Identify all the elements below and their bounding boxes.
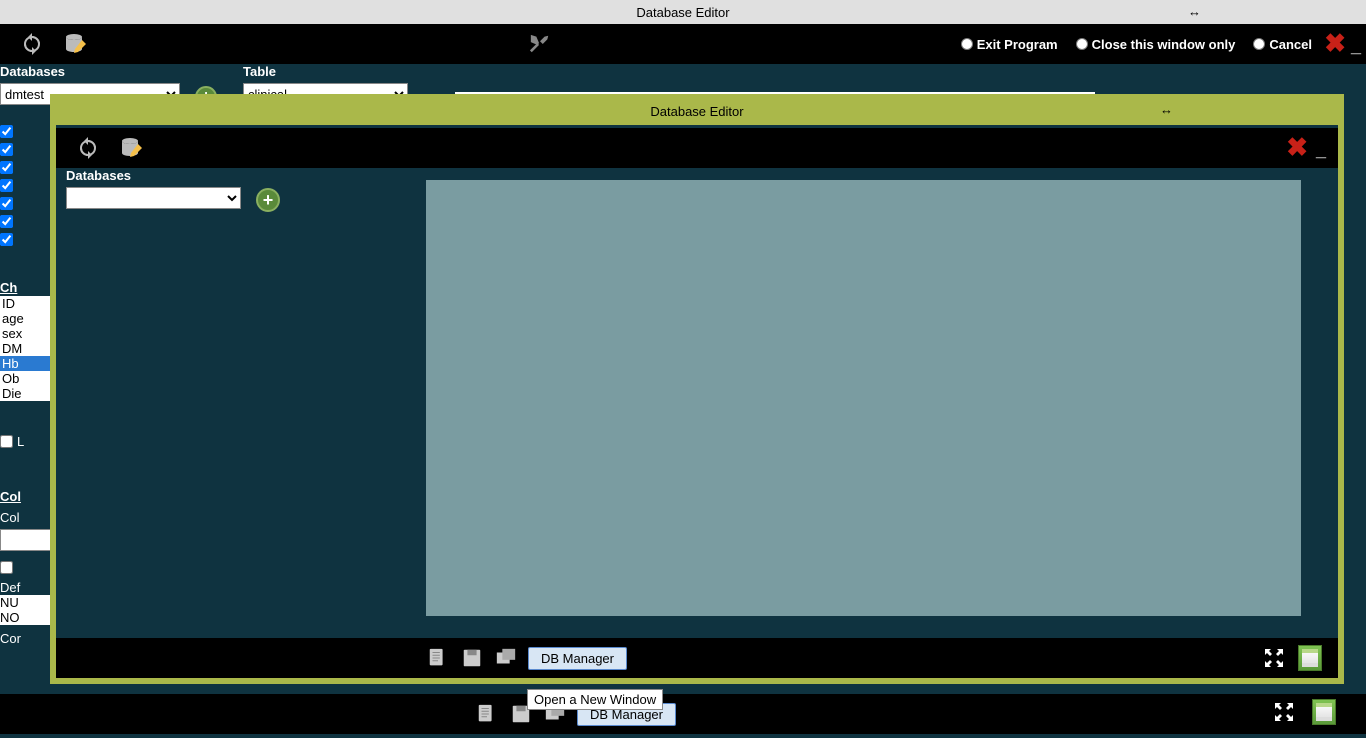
fg-title-text: Database Editor — [650, 104, 743, 119]
tools-icon[interactable] — [528, 32, 552, 56]
section-sub: Col — [0, 510, 20, 525]
cancel-radio[interactable]: Cancel — [1253, 37, 1312, 52]
doc-icon[interactable] — [426, 646, 450, 670]
db-manager-button[interactable]: DB Manager — [528, 647, 627, 670]
close-radio-group: Exit Program Close this window only Canc… — [961, 24, 1312, 64]
check-item[interactable] — [0, 158, 13, 176]
check-item[interactable] — [0, 194, 13, 212]
close-window-radio[interactable]: Close this window only — [1076, 37, 1236, 52]
fg-databases-select[interactable] — [66, 187, 241, 209]
fullscreen-icon[interactable] — [1262, 646, 1286, 670]
database-edit-icon[interactable] — [64, 32, 88, 56]
close-icon[interactable]: ✖ — [1324, 28, 1346, 59]
resize-icon[interactable]: ↔ — [1160, 102, 1173, 117]
title-text: Database Editor — [636, 5, 729, 20]
option-l-checkbox[interactable]: L — [0, 434, 24, 449]
doc-icon[interactable] — [475, 702, 499, 726]
minimize-icon[interactable]: _ — [1351, 36, 1361, 57]
window-title-bar[interactable]: Database Editor — [0, 0, 1366, 24]
checkbox-column — [0, 122, 13, 248]
windows-icon[interactable] — [494, 646, 518, 670]
fg-databases-field: Databases — [66, 168, 241, 209]
fg-toolbar: ✖ _ — [56, 128, 1338, 168]
fullscreen-icon[interactable] — [1272, 700, 1296, 724]
databases-label: Databases — [0, 64, 180, 79]
fg-title-bar[interactable]: Database Editor — [56, 97, 1338, 125]
fg-body: Databases + — [56, 168, 1338, 598]
check-item[interactable] — [0, 176, 13, 194]
foreground-window: Database Editor ↔ ✖ _ Databases + DB Man… — [50, 94, 1344, 684]
tooltip: Open a New Window — [527, 689, 663, 710]
save-icon[interactable] — [460, 646, 484, 670]
check-item[interactable] — [0, 140, 13, 158]
refresh-icon[interactable] — [76, 136, 100, 160]
close-icon[interactable]: ✖ — [1286, 132, 1308, 163]
data-canvas — [426, 180, 1301, 616]
table-label: Table — [243, 64, 408, 79]
fg-databases-label: Databases — [66, 168, 131, 183]
database-edit-icon[interactable] — [120, 136, 144, 160]
fg-footer: DB Manager — [56, 638, 1338, 678]
grid-icon[interactable] — [1312, 700, 1336, 724]
footer-bar: DB Manager — [0, 694, 1366, 734]
check-item[interactable] — [0, 230, 13, 248]
resize-icon[interactable]: ↔ — [1188, 4, 1201, 19]
exit-radio[interactable]: Exit Program — [961, 37, 1058, 52]
add-database-button[interactable]: + — [256, 188, 280, 212]
check-item[interactable] — [0, 212, 13, 230]
refresh-icon[interactable] — [20, 32, 44, 56]
body: Databases dmtest + Table clinical Ch ID … — [0, 64, 1366, 80]
minimize-icon[interactable]: _ — [1316, 140, 1326, 161]
grid-icon[interactable] — [1298, 646, 1322, 670]
check-item[interactable] — [0, 122, 13, 140]
